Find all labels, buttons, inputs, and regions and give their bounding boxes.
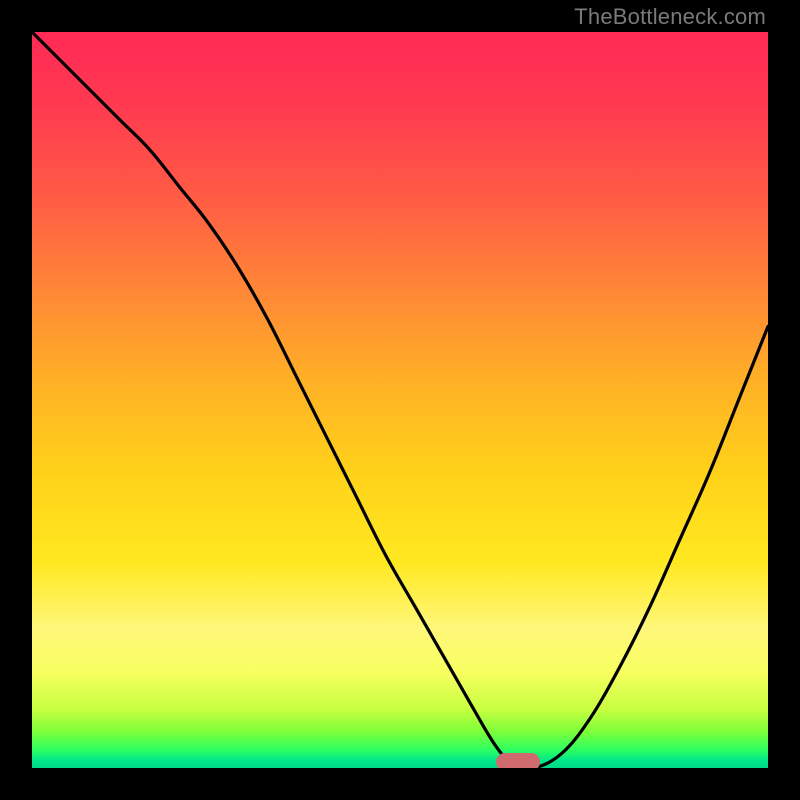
watermark-text: TheBottleneck.com: [574, 4, 766, 30]
chart-frame: TheBottleneck.com: [0, 0, 800, 800]
optimal-marker: [496, 753, 540, 768]
bottleneck-curve: [32, 32, 768, 768]
plot-area: [32, 32, 768, 768]
